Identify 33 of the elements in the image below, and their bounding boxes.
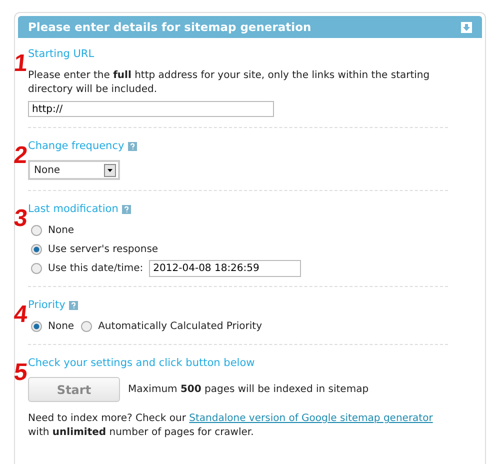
- radio-label: None: [48, 224, 74, 236]
- radio-label: Use server's response: [48, 244, 158, 254]
- annotation-number: 1: [12, 52, 29, 76]
- annotation-number: 3: [12, 207, 29, 231]
- description-text: Please enter the full http address for your site, only the links within the starting directory will be included.: [28, 69, 431, 97]
- radio-button[interactable]: [31, 224, 42, 236]
- section-heading: Starting URL: [28, 48, 94, 60]
- annotation-number: 5: [12, 361, 29, 385]
- radio-button[interactable]: [31, 244, 42, 254]
- down-arrow-icon: [462, 22, 471, 32]
- upgrade-text: Need to index more? Check our Standalone version of Google sitemap generator with unlimited number of pages for crawler.: [28, 412, 434, 440]
- radio-label: Automatically Calculated Priority: [98, 320, 262, 332]
- limit-note: Maximum 500 pages will be indexed in sitemap: [128, 384, 369, 395]
- help-icon[interactable]: [69, 300, 78, 310]
- section-heading: Check your settings and click button below: [28, 357, 255, 369]
- radio-button[interactable]: [81, 320, 92, 332]
- radio-button[interactable]: [31, 320, 42, 332]
- collapse-button[interactable]: [461, 22, 472, 32]
- help-icon[interactable]: [128, 142, 138, 150]
- radio-label: None: [48, 320, 74, 332]
- frequency-dropdown[interactable]: None: [30, 162, 118, 178]
- section-heading: Last modification: [28, 203, 118, 215]
- panel-title: Please enter details for sitemap generation: [28, 20, 312, 34]
- help-icon[interactable]: [122, 204, 132, 214]
- radio-button[interactable]: [31, 262, 42, 274]
- radio-label: Use this date/time:: [48, 262, 144, 274]
- annotation-number: 4: [12, 303, 29, 327]
- url-field[interactable]: http://: [28, 101, 274, 117]
- section-heading: Priority: [28, 299, 66, 311]
- date-field[interactable]: 2012-04-08 18:26:59: [149, 260, 302, 276]
- section-heading: Change frequency: [28, 140, 124, 152]
- standalone-link[interactable]: Standalone version of Google sitemap generator: [189, 413, 433, 424]
- annotation-number: 2: [12, 144, 29, 168]
